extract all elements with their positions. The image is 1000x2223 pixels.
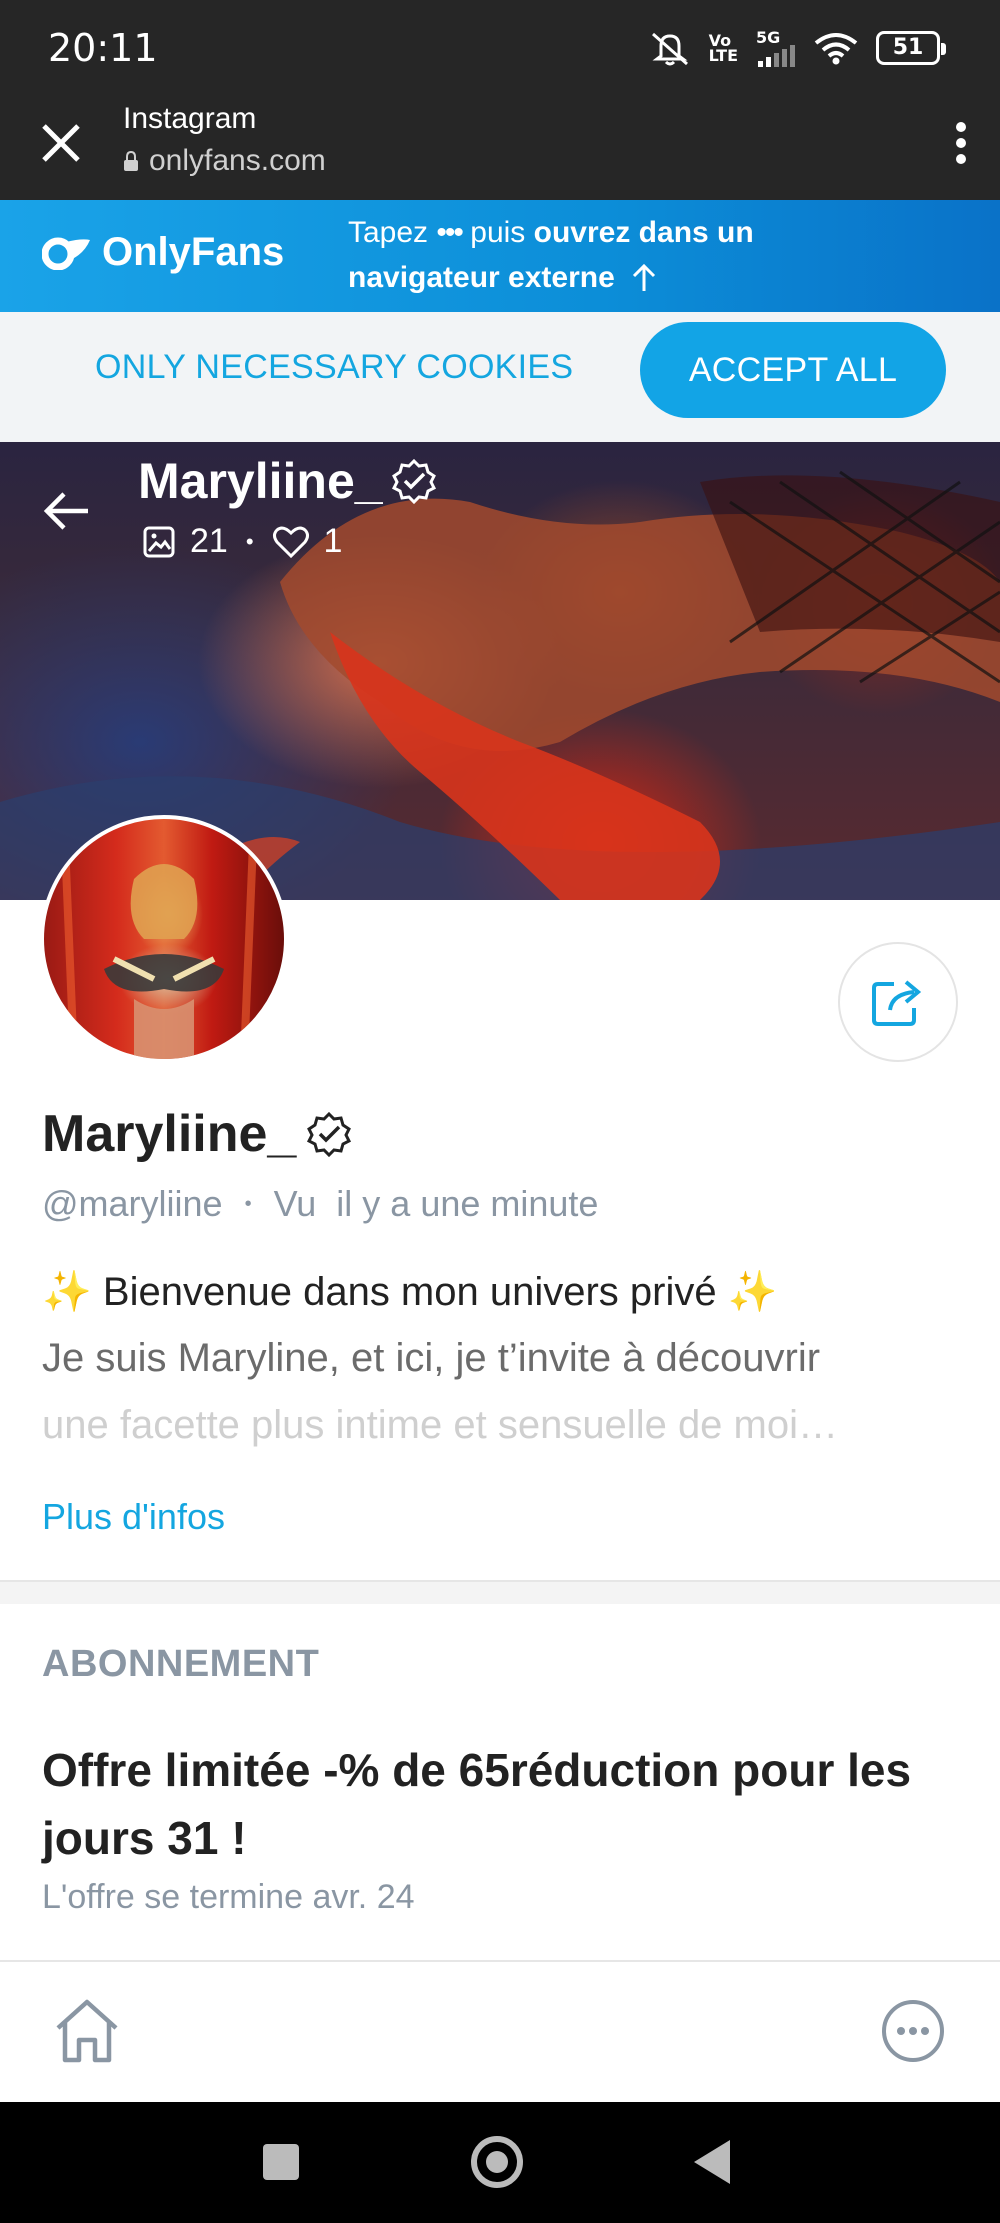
brand-name: OnlyFans (102, 230, 285, 274)
image-icon (143, 526, 175, 557)
recents-button[interactable] (263, 2144, 299, 2180)
arrow-up-icon (633, 263, 656, 291)
home-icon[interactable] (52, 1996, 122, 2066)
bio-line-faded: une facette plus intime et sensuelle de … (42, 1403, 838, 1447)
browser-url[interactable]: onlyfans.com (123, 144, 326, 178)
banner-message: Tapez ••• puis ouvrez dans un navigateur… (348, 216, 754, 294)
accept-all-button[interactable]: ACCEPT ALL (640, 322, 946, 418)
separator-dot: • (244, 1192, 252, 1215)
profile-name: Maryliine_ (42, 1104, 352, 1164)
only-necessary-cookies-button[interactable]: ONLY NECESSARY COOKIES (95, 348, 573, 387)
photos-count: 21 (190, 522, 228, 560)
onlyfans-logo: OnlyFans (42, 230, 284, 275)
status-time: 20:11 (48, 26, 158, 70)
bio-line: ✨ Bienvenue dans mon univers privé ✨ (42, 1270, 778, 1314)
likes-count: 1 (323, 522, 343, 560)
home-button[interactable] (471, 2136, 523, 2188)
more-horiz-icon[interactable] (880, 1998, 946, 2064)
system-nav-bar (0, 2102, 1000, 2223)
more-vert-icon[interactable] (950, 118, 972, 168)
share-icon (872, 980, 922, 1026)
verified-icon (391, 458, 436, 504)
last-seen: Vu il y a une minute (273, 1183, 599, 1224)
arrow-back-icon[interactable] (42, 486, 92, 536)
close-icon[interactable] (36, 118, 86, 168)
cover-stats: 21 • 1 (142, 522, 342, 561)
profile-handle: @maryliine (42, 1183, 223, 1224)
heart-icon (272, 526, 309, 558)
dots-glyph: ••• (436, 216, 463, 249)
onlyfans-logo-icon (42, 237, 90, 270)
share-button[interactable] (838, 942, 958, 1062)
status-bar: 20:11 Vo LTE 5G 51 (0, 0, 1000, 98)
volte-label: Vo LTE (708, 31, 738, 65)
more-info-link[interactable]: Plus d'infos (42, 1496, 225, 1538)
battery-icon: 51 (876, 31, 946, 65)
profile-meta: @maryliine • Vu il y a une minute (42, 1183, 598, 1225)
subscription-heading: ABONNEMENT (42, 1643, 320, 1685)
signal-strength-icon: 5G (756, 29, 796, 67)
avatar-photo (60, 819, 258, 1059)
offer-title: Offre limitée -% de 65réduction pour les… (42, 1744, 912, 1864)
lock-icon (124, 151, 138, 171)
url-text: onlyfans.com (149, 144, 326, 177)
wifi-icon (814, 33, 858, 65)
cover-profile-name: Maryliine_ (138, 452, 437, 510)
section-divider (0, 1580, 1000, 1604)
bottom-nav (0, 1960, 1000, 2102)
bio-line: Je suis Maryline, et ici, je t’invite à … (42, 1336, 821, 1380)
back-button[interactable] (694, 2140, 730, 2184)
status-icons: Vo LTE 5G 51 (649, 28, 946, 68)
verified-icon (307, 1111, 352, 1157)
mute-icon (651, 32, 688, 66)
separator-dot: • (245, 528, 254, 554)
cookie-bar: ONLY NECESSARY COOKIES ACCEPT ALL (0, 312, 1000, 442)
avatar[interactable] (40, 815, 288, 1063)
offer-end-date: L'offre se termine avr. 24 (42, 1878, 415, 1916)
browser-bar: Instagram onlyfans.com (0, 98, 1000, 200)
open-in-browser-banner[interactable]: OnlyFans Tapez ••• puis ouvrez dans un n… (0, 200, 1000, 312)
browser-title: Instagram (123, 102, 257, 135)
